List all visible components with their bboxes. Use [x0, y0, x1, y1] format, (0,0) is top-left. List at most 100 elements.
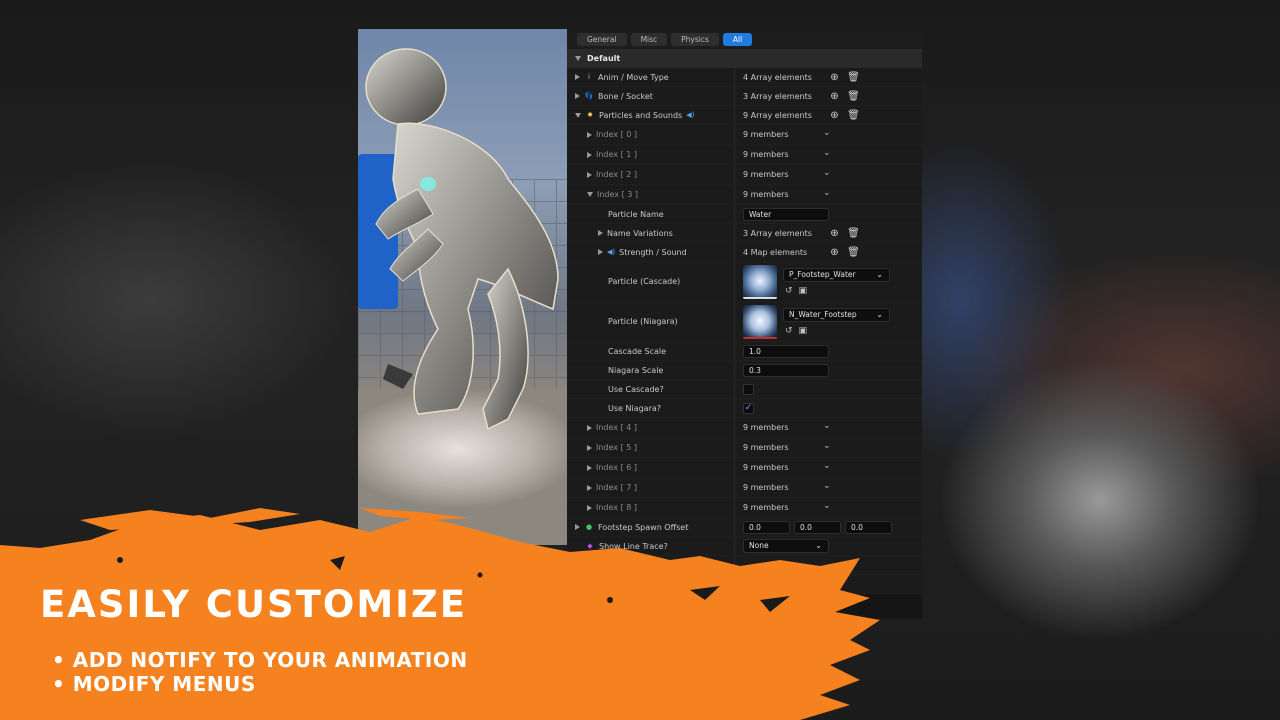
- prop-niagara-scale: Niagara Scale 0.3: [567, 361, 922, 380]
- prop-value: 3 Array elements: [743, 228, 812, 238]
- add-circle-icon[interactable]: ⊕: [829, 72, 840, 83]
- collapse-arrow-icon[interactable]: [575, 112, 581, 118]
- members-value: 9 members: [743, 463, 789, 472]
- expand-arrow-icon[interactable]: [587, 484, 592, 491]
- prop-use-niagara: Use Niagara? ✓: [567, 399, 922, 418]
- members-value: 9 members: [743, 423, 789, 432]
- character-mannequin: [365, 48, 559, 431]
- prop-particle-name: Particle Name Water: [567, 205, 922, 224]
- browse-folder-icon[interactable]: ▣: [799, 286, 808, 296]
- expand-arrow-icon[interactable]: [587, 424, 592, 431]
- offset-z-input[interactable]: 0.0: [845, 520, 892, 534]
- collapse-arrow-icon[interactable]: [575, 56, 581, 61]
- index-label: Index [ 3 ]: [597, 190, 638, 199]
- viewport[interactable]: [358, 29, 567, 545]
- prop-label: Particle Name: [608, 209, 664, 219]
- niagara-scale-input[interactable]: 0.3: [743, 363, 829, 377]
- expand-arrow-icon[interactable]: [587, 444, 592, 451]
- index-label: Index [ 4 ]: [596, 423, 637, 432]
- members-value: 9 members: [743, 443, 789, 452]
- add-circle-icon[interactable]: ⊕: [829, 228, 840, 239]
- expand-arrow-icon[interactable]: [575, 93, 580, 99]
- tab-general[interactable]: General: [577, 32, 627, 46]
- chevron-down-icon[interactable]: ⌄: [823, 148, 831, 158]
- tab-physics[interactable]: Physics: [671, 32, 719, 46]
- prop-label: Bone / Socket: [598, 91, 653, 101]
- chevron-down-icon[interactable]: ⌄: [823, 481, 831, 491]
- cascade-thumbnail[interactable]: [743, 264, 777, 299]
- members-value: 9 members: [743, 190, 789, 199]
- array-index-5: Index [ 5 ] 9 members ⌄: [567, 438, 922, 458]
- add-circle-icon[interactable]: ⊕: [829, 91, 840, 102]
- trash-icon[interactable]: 🗑: [847, 247, 860, 258]
- tab-all[interactable]: All: [722, 32, 753, 46]
- niagara-asset-dropdown[interactable]: N_Water_Footstep ⌄: [783, 307, 890, 322]
- prop-label: Cascade Scale: [608, 346, 667, 356]
- prop-cascade-scale: Cascade Scale 1.0: [567, 342, 922, 361]
- prop-particle-niagara: Particle (Niagara) N_Water_Footstep ⌄ ↺ ▣: [567, 302, 922, 342]
- prop-particle-cascade: Particle (Cascade) P_Footstep_Water ⌄ ↺ ▣: [567, 262, 922, 302]
- prop-value: 3 Array elements: [743, 91, 812, 101]
- prop-label: Anim / Move Type: [598, 72, 669, 82]
- use-cascade-checkbox[interactable]: [743, 383, 754, 395]
- trash-icon[interactable]: 🗑: [847, 91, 860, 102]
- index-label: Index [ 6 ]: [596, 463, 637, 472]
- sparkle-icon: ✸: [587, 111, 593, 119]
- prop-bone-socket: 👣 Bone / Socket 3 Array elements ⊕ 🗑: [567, 87, 922, 106]
- empty-row: [567, 575, 922, 594]
- chevron-down-icon[interactable]: ⌄: [823, 441, 831, 451]
- add-circle-icon[interactable]: ⊕: [829, 110, 840, 121]
- trash-icon[interactable]: 🗑: [847, 72, 860, 83]
- array-index-4: Index [ 4 ] 9 members ⌄: [567, 418, 922, 438]
- prop-anim-move-type: ⅰ Anim / Move Type 4 Array elements ⊕ 🗑: [567, 68, 922, 87]
- prop-label: Use Cascade?: [608, 384, 664, 394]
- index-label: Index [ 2 ]: [596, 170, 637, 179]
- prop-label: Show Line Trace?: [599, 541, 668, 551]
- prop-value: 4 Array elements: [743, 72, 812, 82]
- expand-arrow-icon[interactable]: [587, 171, 592, 178]
- collapse-arrow-icon[interactable]: [587, 192, 593, 197]
- chevron-down-icon[interactable]: ⌄: [823, 501, 831, 511]
- info-icon: ⅰ: [588, 73, 590, 81]
- chevron-down-icon[interactable]: ⌄: [823, 421, 831, 431]
- prop-name-variations: Name Variations 3 Array elements ⊕ 🗑: [567, 224, 922, 243]
- globe-icon: ●: [585, 523, 593, 531]
- category-tabs: General Misc Physics All: [567, 29, 922, 49]
- browse-folder-icon[interactable]: ▣: [799, 326, 808, 336]
- expand-arrow-icon[interactable]: [575, 524, 580, 530]
- prop-debug: ◆ Debug? 🗑: [567, 556, 922, 575]
- offset-x-input[interactable]: 0.0: [743, 520, 790, 534]
- index-label: Index [ 0 ]: [596, 130, 637, 139]
- cascade-asset-dropdown[interactable]: P_Footstep_Water ⌄: [783, 267, 890, 282]
- expand-arrow-icon[interactable]: [575, 74, 580, 80]
- expand-arrow-icon[interactable]: [598, 249, 603, 255]
- index-label: Index [ 1 ]: [596, 150, 637, 159]
- trash-icon[interactable]: 🗑: [847, 228, 860, 239]
- index-label: Index [ 5 ]: [596, 443, 637, 452]
- chevron-down-icon[interactable]: ⌄: [823, 128, 831, 138]
- reset-arrow-icon[interactable]: ↺: [785, 326, 793, 336]
- chevron-down-icon[interactable]: ⌄: [823, 188, 831, 198]
- offset-y-input[interactable]: 0.0: [794, 520, 841, 534]
- niagara-thumbnail[interactable]: [743, 304, 777, 339]
- expand-arrow-icon[interactable]: [575, 562, 580, 568]
- chevron-down-icon[interactable]: ⌄: [823, 461, 831, 471]
- tab-misc[interactable]: Misc: [630, 32, 668, 46]
- banner-bullet: • ADD NOTIFY TO YOUR ANIMATION: [52, 648, 468, 672]
- expand-arrow-icon[interactable]: [587, 464, 592, 471]
- prop-label: Footstep Spawn Offset: [598, 522, 689, 532]
- expand-arrow-icon[interactable]: [598, 230, 603, 236]
- line-trace-dropdown[interactable]: None ⌄: [743, 539, 829, 553]
- expand-arrow-icon[interactable]: [587, 151, 592, 158]
- section-default[interactable]: Default: [567, 49, 922, 68]
- cascade-scale-input[interactable]: 1.0: [743, 344, 829, 358]
- use-niagara-checkbox[interactable]: ✓: [743, 402, 754, 414]
- particle-name-input[interactable]: Water: [743, 207, 829, 221]
- chevron-down-icon[interactable]: ⌄: [823, 168, 831, 178]
- expand-arrow-icon[interactable]: [587, 131, 592, 138]
- trash-icon[interactable]: 🗑: [847, 110, 860, 121]
- add-circle-icon[interactable]: ⊕: [829, 247, 840, 258]
- prop-label: Name Variations: [607, 228, 673, 238]
- expand-arrow-icon[interactable]: [587, 504, 592, 511]
- reset-arrow-icon[interactable]: ↺: [785, 286, 793, 296]
